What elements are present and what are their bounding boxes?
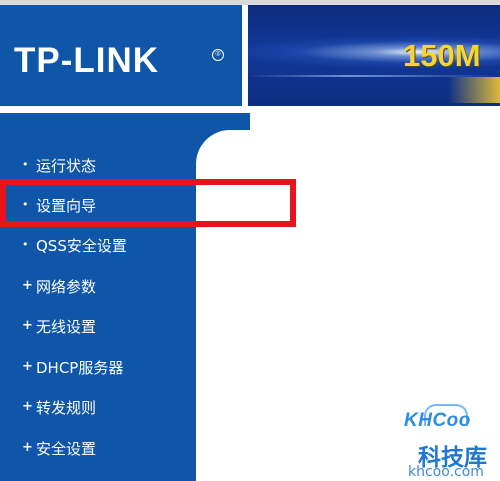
expand-plus-icon: +: [22, 399, 33, 414]
sidebar-item-label: 网络参数: [36, 277, 97, 296]
watermark-domain: khcoo.com: [408, 464, 484, 480]
sidebar-item-security-settings[interactable]: + 安全设置: [22, 436, 96, 460]
banner-model-text: 150M: [403, 38, 481, 73]
sidebar-item-label: 安全设置: [36, 439, 97, 458]
header-bottom-divider: [0, 106, 500, 113]
watermark-logo: KHCoo: [404, 410, 471, 431]
watermark: KHCoo 科技库 khcoo.com: [402, 404, 498, 480]
sidebar-item-qss-security[interactable]: • QSS安全设置: [22, 233, 127, 257]
sidebar-item-running-status[interactable]: • 运行状态: [22, 153, 96, 177]
expand-plus-icon: +: [22, 318, 33, 333]
tp-link-logo: TP-LINK: [14, 41, 160, 80]
header-logo-area: TP-LINK ®: [0, 5, 242, 106]
sidebar-item-wireless-settings[interactable]: + 无线设置: [22, 314, 96, 338]
expand-plus-icon: +: [22, 440, 33, 455]
sidebar-item-network-params[interactable]: + 网络参数: [22, 274, 96, 298]
expand-plus-icon: +: [22, 278, 33, 293]
header-banner: 150M: [248, 5, 500, 106]
sidebar-item-dhcp-server[interactable]: + DHCP服务器: [22, 355, 123, 379]
banner-yellow-accent: [448, 77, 500, 103]
registered-mark: ®: [212, 49, 224, 61]
sidebar-item-label: 转发规则: [36, 398, 97, 417]
sidebar-item-label: 运行状态: [36, 156, 97, 175]
sidebar-item-forwarding-rules[interactable]: + 转发规则: [22, 395, 96, 419]
bullet-icon: •: [22, 238, 29, 251]
sidebar-item-label: QSS安全设置: [36, 236, 127, 255]
sidebar-item-label: 无线设置: [36, 317, 97, 336]
red-highlight-box: [0, 179, 296, 227]
expand-plus-icon: +: [22, 359, 33, 374]
bullet-icon: •: [22, 158, 29, 171]
sidebar-item-label: DHCP服务器: [36, 358, 124, 377]
